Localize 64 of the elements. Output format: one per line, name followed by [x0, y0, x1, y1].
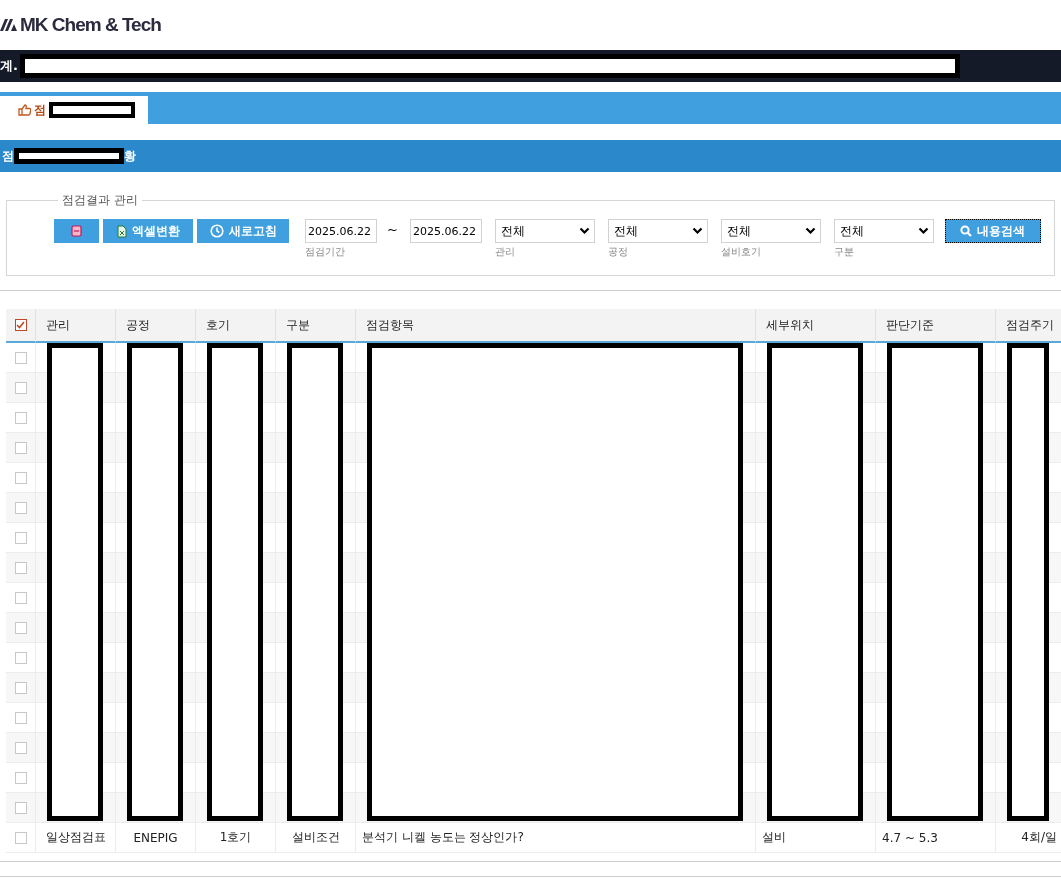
dropdown[interactable]: 전체 [833, 219, 934, 243]
logo-mark-icon [0, 19, 17, 31]
clock-icon [209, 224, 224, 238]
tab-label: 점 [34, 101, 46, 119]
field-caption: 관리 [494, 245, 516, 259]
checkbox[interactable] [14, 621, 27, 634]
checkbox[interactable] [14, 319, 27, 331]
checkbox[interactable] [14, 591, 27, 604]
dropdown[interactable]: 전체 [494, 219, 595, 243]
column-header[interactable]: 세부위치 [755, 309, 875, 343]
pointing-hand-icon [18, 104, 31, 116]
section-title-start: 점 [2, 147, 14, 165]
search-icon [960, 225, 973, 237]
checkbox[interactable] [14, 771, 27, 784]
column-header[interactable]: 점검항목 [355, 309, 755, 343]
checkbox[interactable] [14, 561, 27, 574]
chevron-down-icon [804, 227, 816, 235]
checkbox[interactable] [14, 501, 27, 514]
checkbox[interactable] [14, 441, 27, 454]
date-field[interactable]: 2025.06.22 [305, 219, 377, 243]
checkbox[interactable] [14, 741, 27, 754]
company-logo: MK Chem & Tech [20, 14, 161, 36]
table-cell: 일상점검표 [35, 823, 115, 853]
column-header[interactable]: 공정 [115, 309, 195, 343]
chevron-down-icon [917, 227, 929, 235]
checkbox[interactable] [14, 381, 27, 394]
chevron-down-icon [691, 227, 703, 235]
dropdown[interactable]: 전체 [720, 219, 821, 243]
checkbox[interactable] [14, 351, 27, 364]
table-cell: 설비조건 [275, 823, 355, 853]
field-caption: 공정 [607, 245, 629, 259]
date-field[interactable]: 2025.06.22 [409, 219, 482, 243]
checkbox[interactable] [14, 531, 27, 544]
tab[interactable]: 점 [0, 96, 148, 124]
table-cell: 4회/일 [995, 823, 1061, 853]
chevron-down-icon [578, 227, 590, 235]
checkbox[interactable] [14, 681, 27, 694]
column-header[interactable]: 점검주기 [995, 309, 1061, 343]
column-header[interactable]: 관리 [35, 309, 115, 343]
top-bar-text: 계. [0, 57, 18, 75]
minus-box-icon [71, 225, 82, 237]
table-cell: 1호기 [195, 823, 275, 853]
checkbox[interactable] [14, 801, 27, 814]
column-header[interactable]: 판단기준 [875, 309, 995, 343]
checkbox[interactable] [14, 411, 27, 424]
field-caption: 점검기간 [305, 245, 346, 259]
dropdown[interactable]: 전체 [607, 219, 708, 243]
table-cell: 분석기 니켈 농도는 정상인가? [355, 823, 755, 853]
delete-button[interactable] [54, 219, 99, 243]
checkbox[interactable] [14, 831, 27, 844]
column-header[interactable]: 구분 [275, 309, 355, 343]
column-header[interactable]: 호기 [195, 309, 275, 343]
checkbox[interactable] [14, 651, 27, 664]
table-cell: 4.7 ~ 5.3 [875, 823, 995, 853]
checkbox[interactable] [14, 471, 27, 484]
panel-legend: 점검결과 관리 [58, 192, 142, 209]
section-title-end: 황 [124, 147, 136, 165]
table-cell: 설비 [755, 823, 875, 853]
table-cell: ENEPIG [115, 823, 195, 853]
field-caption: 구분 [833, 245, 855, 259]
field-caption: 설비호기 [720, 245, 762, 259]
range-separator: ~ [387, 222, 398, 237]
checkbox[interactable] [14, 711, 27, 724]
spreadsheet-file-icon [116, 224, 127, 238]
